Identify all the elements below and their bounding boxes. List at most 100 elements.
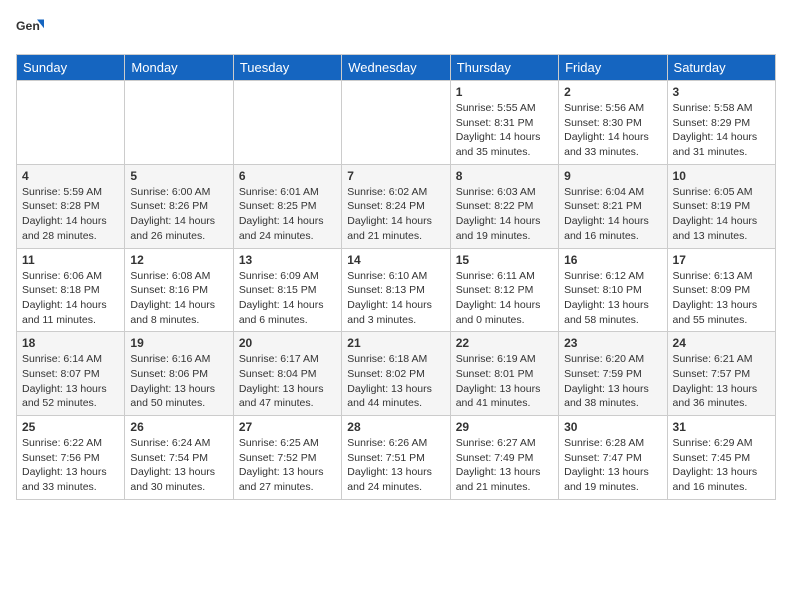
calendar-cell-3-7: 17 Sunrise: 6:13 AMSunset: 8:09 PMDayligh… <box>667 248 775 332</box>
day-info: Sunrise: 6:10 AMSunset: 8:13 PMDaylight:… <box>347 269 444 328</box>
logo-icon: Gen <box>16 16 44 44</box>
day-info: Sunrise: 6:18 AMSunset: 8:02 PMDaylight:… <box>347 352 444 411</box>
day-number: 2 <box>564 85 661 99</box>
calendar-cell-3-4: 14Sunrise: 6:10 AMSunset: 8:13 PMDayligh… <box>342 248 450 332</box>
calendar-cell-1-3 <box>233 81 341 165</box>
day-number: 30 <box>564 420 661 434</box>
calendar-cell-3-3: 13Sunrise: 6:09 AMSunset: 8:15 PMDayligh… <box>233 248 341 332</box>
day-number: 3 <box>673 85 770 99</box>
calendar-header-monday: Monday <box>125 55 233 81</box>
day-number: 20 <box>239 336 336 350</box>
calendar-cell-3-5: 15 Sunrise: 6:11 AMSunset: 8:12 PMDayligh… <box>450 248 558 332</box>
calendar-cell-3-6: 16Sunrise: 6:12 AMSunset: 8:10 PMDayligh… <box>559 248 667 332</box>
calendar-header-thursday: Thursday <box>450 55 558 81</box>
day-number: 11 <box>22 253 119 267</box>
day-number: 9 <box>564 169 661 183</box>
day-info: Sunrise: 6:22 AMSunset: 7:56 PMDaylight:… <box>22 436 119 495</box>
calendar-cell-5-6: 30 Sunrise: 6:28 AMSunset: 7:47 PMDayligh… <box>559 416 667 500</box>
calendar: SundayMondayTuesdayWednesdayThursdayFrid… <box>16 54 776 500</box>
day-info: Sunrise: 6:03 AMSunset: 8:22 PMDaylight:… <box>456 185 553 244</box>
day-info: Sunrise: 6:06 AMSunset: 8:18 PMDaylight:… <box>22 269 119 328</box>
day-number: 18 <box>22 336 119 350</box>
day-number: 23 <box>564 336 661 350</box>
day-info: Sunrise: 6:09 AMSunset: 8:15 PMDaylight:… <box>239 269 336 328</box>
day-number: 26 <box>130 420 227 434</box>
calendar-header-wednesday: Wednesday <box>342 55 450 81</box>
calendar-cell-2-2: 5 Sunrise: 6:00 AMSunset: 8:26 PMDaylight… <box>125 164 233 248</box>
day-number: 22 <box>456 336 553 350</box>
day-number: 7 <box>347 169 444 183</box>
day-info: Sunrise: 5:59 AMSunset: 8:28 PMDaylight:… <box>22 185 119 244</box>
day-number: 15 <box>456 253 553 267</box>
calendar-cell-5-3: 27 Sunrise: 6:25 AMSunset: 7:52 PMDayligh… <box>233 416 341 500</box>
day-info: Sunrise: 5:58 AMSunset: 8:29 PMDaylight:… <box>673 101 770 160</box>
day-info: Sunrise: 6:17 AMSunset: 8:04 PMDaylight:… <box>239 352 336 411</box>
day-info: Sunrise: 6:26 AMSunset: 7:51 PMDaylight:… <box>347 436 444 495</box>
day-number: 31 <box>673 420 770 434</box>
calendar-cell-5-1: 25 Sunrise: 6:22 AMSunset: 7:56 PMDayligh… <box>17 416 125 500</box>
calendar-cell-4-1: 18 Sunrise: 6:14 AMSunset: 8:07 PMDayligh… <box>17 332 125 416</box>
day-info: Sunrise: 6:00 AMSunset: 8:26 PMDaylight:… <box>130 185 227 244</box>
calendar-cell-1-5: 1 Sunrise: 5:55 AMSunset: 8:31 PMDaylight… <box>450 81 558 165</box>
header: Gen <box>16 16 776 44</box>
calendar-cell-2-1: 4 Sunrise: 5:59 AMSunset: 8:28 PMDaylight… <box>17 164 125 248</box>
calendar-header-tuesday: Tuesday <box>233 55 341 81</box>
calendar-cell-2-4: 7Sunrise: 6:02 AMSunset: 8:24 PMDaylight… <box>342 164 450 248</box>
day-info: Sunrise: 6:11 AMSunset: 8:12 PMDaylight:… <box>456 269 553 328</box>
calendar-cell-2-6: 9Sunrise: 6:04 AMSunset: 8:21 PMDaylight… <box>559 164 667 248</box>
calendar-cell-1-2 <box>125 81 233 165</box>
calendar-cell-5-7: 31 Sunrise: 6:29 AMSunset: 7:45 PMDayligh… <box>667 416 775 500</box>
day-info: Sunrise: 6:29 AMSunset: 7:45 PMDaylight:… <box>673 436 770 495</box>
day-number: 17 <box>673 253 770 267</box>
calendar-cell-1-6: 2Sunrise: 5:56 AMSunset: 8:30 PMDaylight… <box>559 81 667 165</box>
day-info: Sunrise: 6:12 AMSunset: 8:10 PMDaylight:… <box>564 269 661 328</box>
calendar-cell-4-4: 21Sunrise: 6:18 AMSunset: 8:02 PMDayligh… <box>342 332 450 416</box>
calendar-cell-5-5: 29Sunrise: 6:27 AMSunset: 7:49 PMDayligh… <box>450 416 558 500</box>
day-info: Sunrise: 6:13 AMSunset: 8:09 PMDaylight:… <box>673 269 770 328</box>
calendar-cell-5-4: 28Sunrise: 6:26 AMSunset: 7:51 PMDayligh… <box>342 416 450 500</box>
day-number: 25 <box>22 420 119 434</box>
svg-text:Gen: Gen <box>16 19 40 33</box>
calendar-cell-3-2: 12Sunrise: 6:08 AMSunset: 8:16 PMDayligh… <box>125 248 233 332</box>
day-info: Sunrise: 6:14 AMSunset: 8:07 PMDaylight:… <box>22 352 119 411</box>
day-number: 6 <box>239 169 336 183</box>
day-info: Sunrise: 6:28 AMSunset: 7:47 PMDaylight:… <box>564 436 661 495</box>
logo: Gen <box>16 16 48 44</box>
day-info: Sunrise: 6:20 AMSunset: 7:59 PMDaylight:… <box>564 352 661 411</box>
calendar-cell-2-7: 10 Sunrise: 6:05 AMSunset: 8:19 PMDayligh… <box>667 164 775 248</box>
day-info: Sunrise: 6:24 AMSunset: 7:54 PMDaylight:… <box>130 436 227 495</box>
day-info: Sunrise: 5:55 AMSunset: 8:31 PMDaylight:… <box>456 101 553 160</box>
calendar-cell-1-1 <box>17 81 125 165</box>
calendar-cell-4-5: 22 Sunrise: 6:19 AMSunset: 8:01 PMDayligh… <box>450 332 558 416</box>
calendar-cell-4-7: 24 Sunrise: 6:21 AMSunset: 7:57 PMDayligh… <box>667 332 775 416</box>
calendar-header-friday: Friday <box>559 55 667 81</box>
calendar-header-saturday: Saturday <box>667 55 775 81</box>
calendar-week-3: 11 Sunrise: 6:06 AMSunset: 8:18 PMDayligh… <box>17 248 776 332</box>
day-number: 10 <box>673 169 770 183</box>
day-info: Sunrise: 6:19 AMSunset: 8:01 PMDaylight:… <box>456 352 553 411</box>
calendar-cell-4-3: 20 Sunrise: 6:17 AMSunset: 8:04 PMDayligh… <box>233 332 341 416</box>
day-info: Sunrise: 6:25 AMSunset: 7:52 PMDaylight:… <box>239 436 336 495</box>
calendar-cell-2-3: 6 Sunrise: 6:01 AMSunset: 8:25 PMDaylight… <box>233 164 341 248</box>
day-info: Sunrise: 6:16 AMSunset: 8:06 PMDaylight:… <box>130 352 227 411</box>
calendar-cell-2-5: 8 Sunrise: 6:03 AMSunset: 8:22 PMDaylight… <box>450 164 558 248</box>
calendar-cell-4-2: 19Sunrise: 6:16 AMSunset: 8:06 PMDayligh… <box>125 332 233 416</box>
calendar-week-1: 1 Sunrise: 5:55 AMSunset: 8:31 PMDaylight… <box>17 81 776 165</box>
calendar-cell-1-4 <box>342 81 450 165</box>
calendar-week-5: 25 Sunrise: 6:22 AMSunset: 7:56 PMDayligh… <box>17 416 776 500</box>
calendar-week-2: 4 Sunrise: 5:59 AMSunset: 8:28 PMDaylight… <box>17 164 776 248</box>
calendar-header-sunday: Sunday <box>17 55 125 81</box>
day-info: Sunrise: 6:05 AMSunset: 8:19 PMDaylight:… <box>673 185 770 244</box>
day-number: 1 <box>456 85 553 99</box>
day-number: 27 <box>239 420 336 434</box>
calendar-header-row: SundayMondayTuesdayWednesdayThursdayFrid… <box>17 55 776 81</box>
day-info: Sunrise: 6:21 AMSunset: 7:57 PMDaylight:… <box>673 352 770 411</box>
day-number: 5 <box>130 169 227 183</box>
calendar-week-4: 18 Sunrise: 6:14 AMSunset: 8:07 PMDayligh… <box>17 332 776 416</box>
day-info: Sunrise: 6:01 AMSunset: 8:25 PMDaylight:… <box>239 185 336 244</box>
day-number: 4 <box>22 169 119 183</box>
calendar-cell-1-7: 3 Sunrise: 5:58 AMSunset: 8:29 PMDaylight… <box>667 81 775 165</box>
day-number: 12 <box>130 253 227 267</box>
day-number: 8 <box>456 169 553 183</box>
day-number: 24 <box>673 336 770 350</box>
